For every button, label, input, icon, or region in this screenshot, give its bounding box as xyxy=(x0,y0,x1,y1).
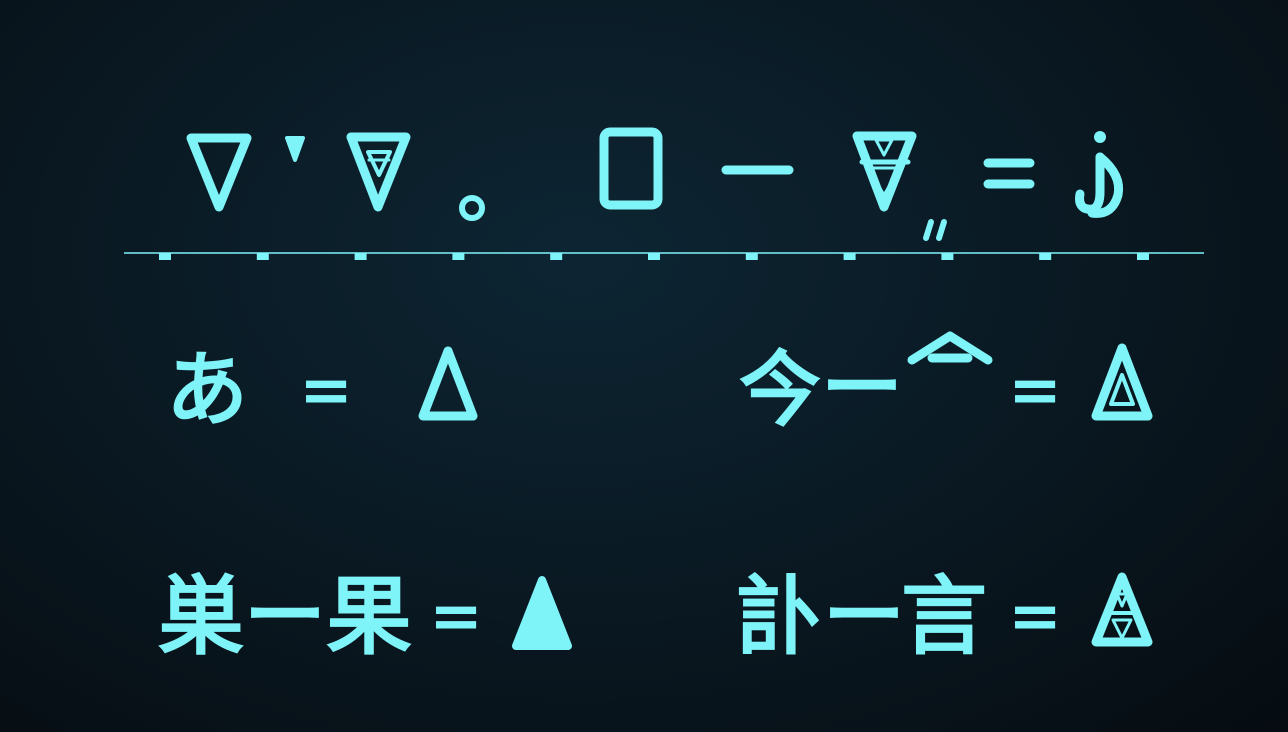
legend-su-char-3: 果 xyxy=(326,567,412,667)
legend-su-equals: = xyxy=(429,580,483,654)
legend-ji-char-2: ー xyxy=(823,569,905,664)
cipher-symbol-inverted-triangle xyxy=(186,133,252,212)
divider-tick xyxy=(550,253,563,260)
cipher-symbol-nested-inverted-triangle xyxy=(346,132,411,212)
divider-tick xyxy=(256,253,269,260)
divider-tick xyxy=(745,253,758,260)
cipher-puzzle-board: あ = 今 ー = 巣 ー 果 = 訃 ー 言 = xyxy=(124,127,1204,667)
legend-ji-split-triangle-icon xyxy=(1091,572,1153,647)
legend-kon-caret-icon xyxy=(907,331,993,365)
divider-tick xyxy=(648,253,660,260)
legend-kon-equals: = xyxy=(1008,354,1062,428)
legend-a-char: あ xyxy=(166,343,248,438)
legend-su-char-1: 巣 xyxy=(158,567,244,667)
cipher-symbol-hook xyxy=(1075,131,1124,218)
legend-kon-char-2: ー xyxy=(821,341,903,436)
legend-ji-char-3: 言 xyxy=(901,567,987,667)
cipher-symbol-double-quote-mark xyxy=(923,219,947,241)
legend-ji-char-1: 訃 xyxy=(737,567,823,667)
legend-su-char-2: ー xyxy=(244,569,326,664)
cipher-symbol-equals-sign xyxy=(983,158,1035,189)
cipher-symbol-split-inverted-triangle xyxy=(852,131,917,212)
cipher-divider xyxy=(124,252,1204,260)
divider-tick xyxy=(452,253,465,260)
divider-tick xyxy=(941,253,954,260)
legend-a-equals: = xyxy=(299,354,353,428)
legend-su-filled-triangle-icon xyxy=(512,576,572,650)
legend-ji-equals: = xyxy=(1008,580,1062,654)
divider-tick xyxy=(1137,253,1149,260)
cipher-symbol-small-filled-triangle xyxy=(285,136,305,162)
cipher-symbol-rounded-rectangle xyxy=(599,127,663,210)
divider-tick xyxy=(159,253,171,260)
divider-tick xyxy=(354,253,367,260)
divider-tick xyxy=(843,253,856,260)
legend-kon-nested-triangle-icon xyxy=(1091,343,1153,421)
cipher-symbol-small-circle xyxy=(459,195,485,221)
legend-kon-char-1: 今 xyxy=(739,343,821,438)
legend-a-triangle-outline-icon xyxy=(418,346,478,421)
divider-tick xyxy=(1039,253,1052,260)
